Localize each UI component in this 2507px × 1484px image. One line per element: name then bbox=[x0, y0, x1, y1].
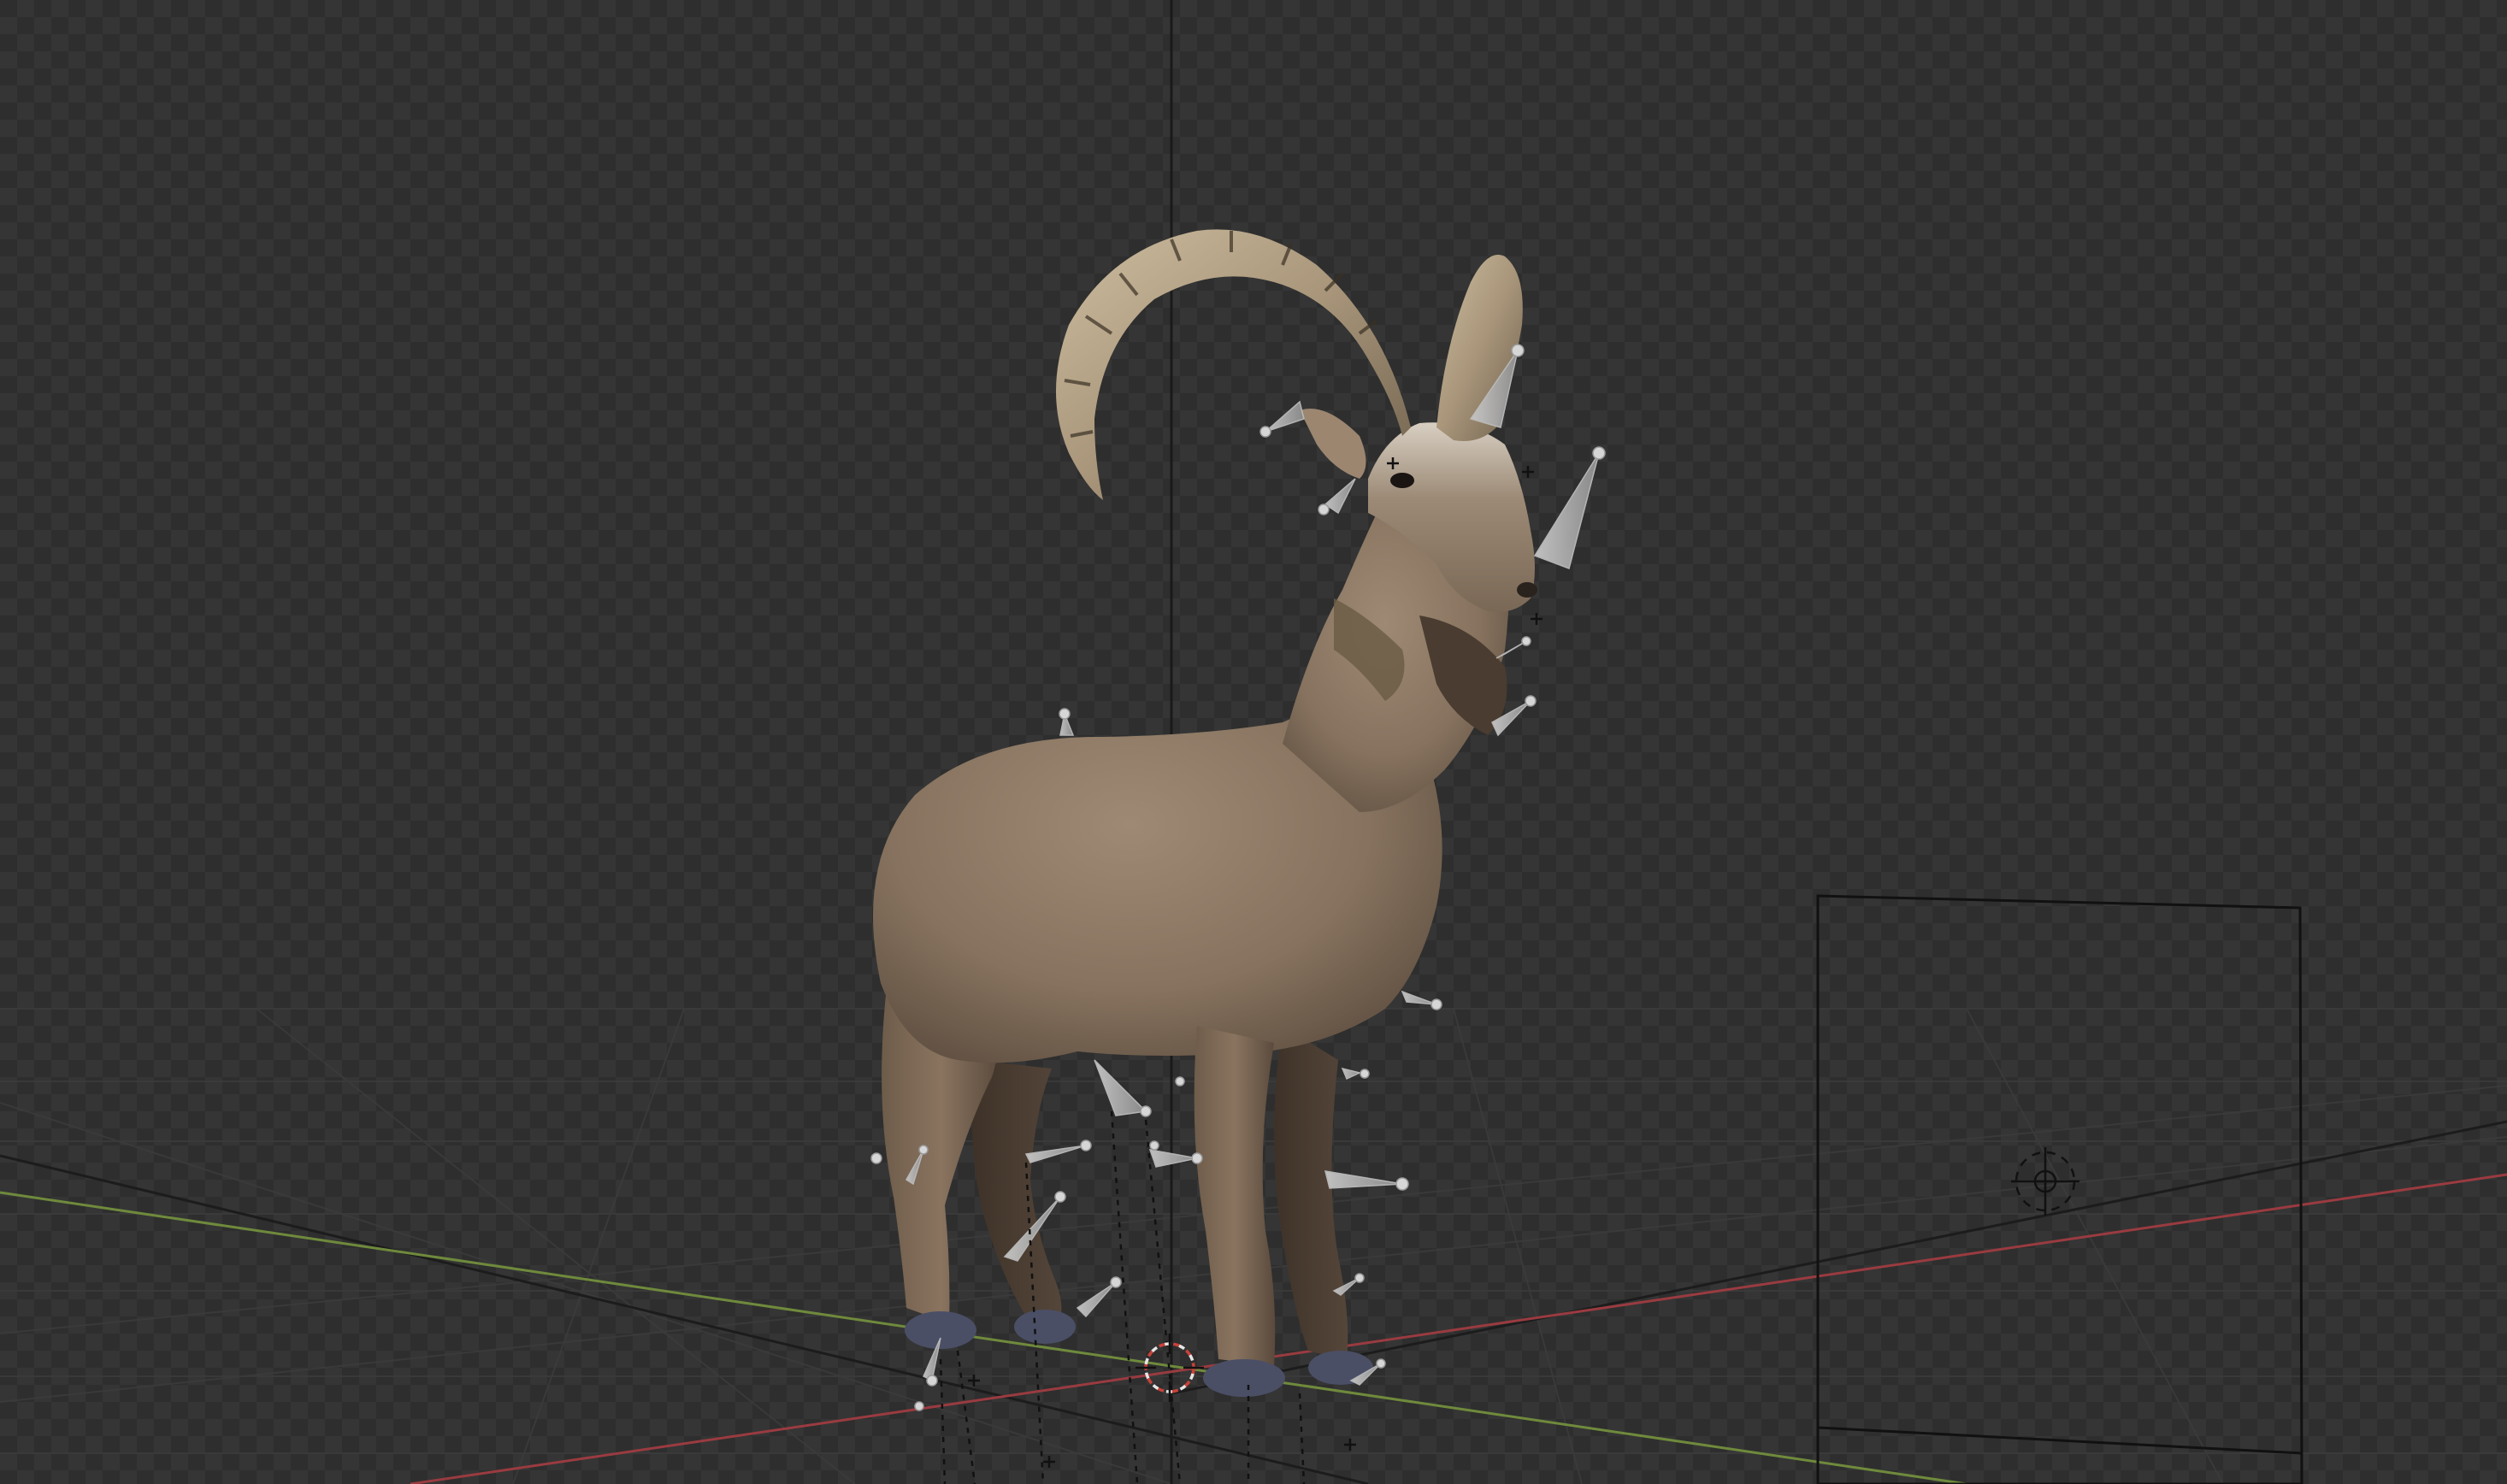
bone-leg-6 bbox=[1324, 1170, 1403, 1189]
empty-target-icon[interactable] bbox=[2011, 1147, 2079, 1216]
bone-ear bbox=[1265, 400, 1305, 433]
bone-eye bbox=[1324, 478, 1356, 515]
ibex-ear bbox=[1300, 409, 1366, 479]
ibex-eye bbox=[1390, 473, 1414, 488]
floor-diagonal-line bbox=[0, 1154, 1369, 1484]
bone-leg-5 bbox=[1148, 1149, 1198, 1168]
camera-frame[interactable] bbox=[1816, 894, 2303, 1484]
scene-canvas[interactable] bbox=[0, 0, 2507, 1484]
bone-skull bbox=[1533, 452, 1600, 569]
bone-leg-2 bbox=[1024, 1145, 1087, 1163]
ibex-front-fore-leg bbox=[1194, 1026, 1276, 1366]
ibex-back-hind-leg bbox=[971, 1060, 1062, 1334]
ibex-model[interactable] bbox=[873, 229, 1537, 1397]
bone-leg-7 bbox=[1341, 1067, 1362, 1081]
ibex-back-fore-leg bbox=[1274, 1026, 1348, 1361]
bone-leg-1 bbox=[1094, 1059, 1147, 1116]
3d-viewport[interactable] bbox=[0, 0, 2507, 1484]
ibex-nose bbox=[1517, 582, 1537, 598]
